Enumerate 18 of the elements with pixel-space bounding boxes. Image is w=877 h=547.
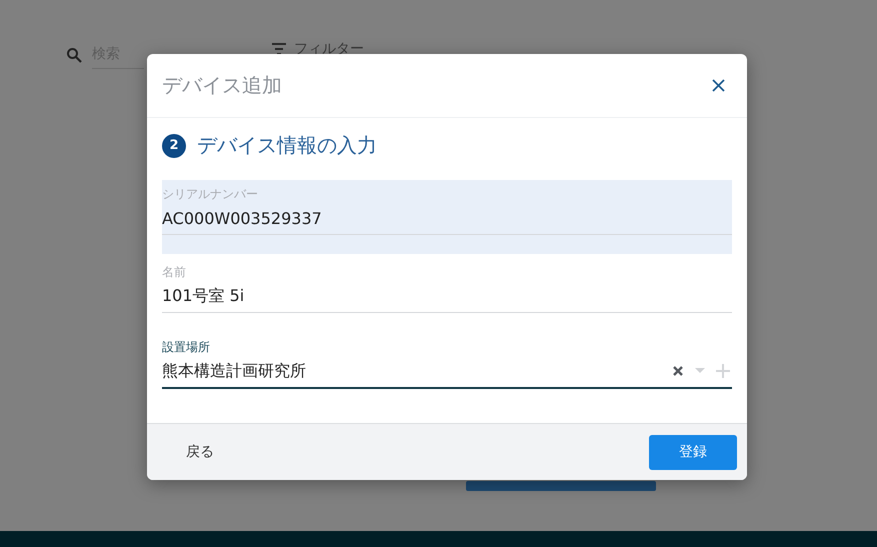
search-icon <box>66 46 82 62</box>
step-title: デバイス情報の入力 <box>197 132 377 159</box>
dialog-title: デバイス追加 <box>162 72 282 99</box>
field-label: 設置場所 <box>162 339 211 355</box>
close-icon[interactable] <box>712 79 725 92</box>
name-field[interactable]: 101号室 5i <box>162 280 732 313</box>
field-label: 名前 <box>162 264 187 280</box>
serial-field[interactable]: AC000W003529337 <box>162 202 732 235</box>
register-button[interactable]: 登録 <box>649 434 737 470</box>
step-number: 2 <box>162 134 186 158</box>
field-value: 101号室 5i <box>162 286 246 306</box>
field-value: AC000W003529337 <box>162 208 323 228</box>
field-value: 熊本構造計画研究所 <box>162 360 307 382</box>
location-select[interactable]: 熊本構造計画研究所 <box>162 355 732 389</box>
clear-icon[interactable] <box>672 365 684 377</box>
filter-icon[interactable] <box>272 43 286 55</box>
back-button[interactable]: 戻る <box>169 435 231 469</box>
field-label: シリアルナンバー <box>162 186 259 202</box>
